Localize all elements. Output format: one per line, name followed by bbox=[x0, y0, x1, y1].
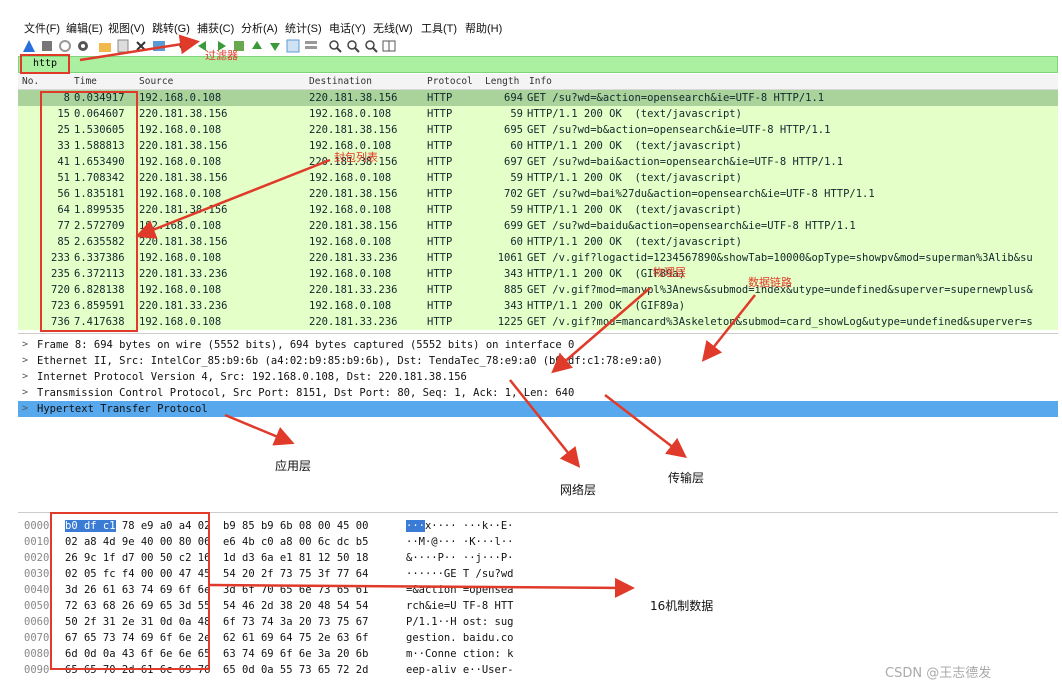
application-arrow bbox=[224, 413, 295, 446]
network-arrow bbox=[509, 379, 581, 468]
filter-arrow bbox=[79, 34, 200, 62]
hex-arrow bbox=[209, 577, 635, 598]
annotation-arrows bbox=[79, 34, 756, 598]
annotation-datalink: 数据链路 bbox=[748, 276, 792, 289]
transport-arrow bbox=[604, 394, 687, 459]
watermark: CSDN @王志德发 bbox=[885, 666, 992, 681]
datalink-arrow bbox=[701, 294, 756, 362]
annotation-packet-list: 封包列表 bbox=[334, 151, 378, 164]
annotation-physical: 物理层 bbox=[653, 266, 686, 279]
annotation-hex: 16机制数据 bbox=[650, 599, 714, 613]
packet-list-arrow bbox=[135, 158, 331, 239]
annotation-filter: 过滤器 bbox=[205, 49, 238, 62]
physical-arrow bbox=[551, 287, 651, 374]
annotation-transport: 传输层 bbox=[668, 471, 705, 485]
annotation-network: 网络层 bbox=[560, 483, 597, 497]
annotation-application: 应用层 bbox=[275, 459, 312, 473]
